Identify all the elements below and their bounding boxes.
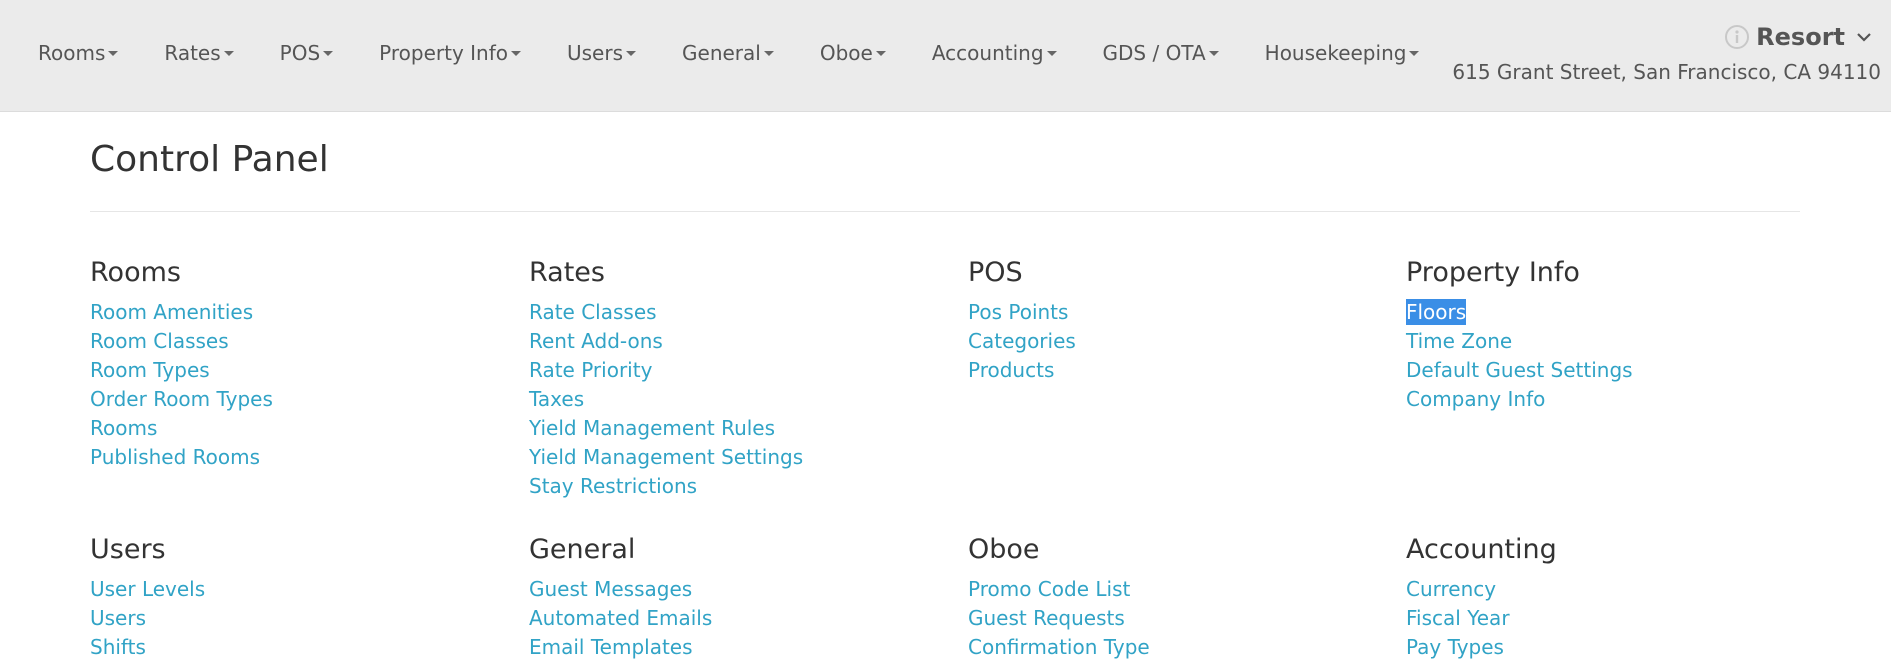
caret-down-icon (875, 50, 886, 56)
link-floors[interactable]: Floors (1406, 299, 1467, 325)
nav-label: Property Info (379, 41, 508, 65)
section-title: Rooms (90, 257, 181, 288)
section-title: Oboe (968, 534, 1040, 565)
caret-down-icon (1046, 50, 1057, 56)
link-currency[interactable]: Currency (1406, 576, 1496, 602)
property-address: 615 Grant Street, San Francisco, CA 9411… (1452, 60, 1881, 84)
section-title: Users (90, 534, 166, 565)
section-property-info: Property Info Floors Time Zone Default G… (1406, 256, 1826, 414)
nav-label: Housekeeping (1264, 41, 1407, 65)
link-email-templates[interactable]: Email Templates (529, 634, 693, 660)
caret-down-icon (1208, 50, 1219, 56)
nav-rates[interactable]: Rates (164, 41, 234, 65)
link-user-levels[interactable]: User Levels (90, 576, 205, 602)
link-room-amenities[interactable]: Room Amenities (90, 299, 253, 325)
link-guest-messages[interactable]: Guest Messages (529, 576, 692, 602)
link-guest-requests[interactable]: Guest Requests (968, 605, 1125, 631)
nav-general[interactable]: General (682, 41, 774, 65)
link-yield-management-settings[interactable]: Yield Management Settings (529, 444, 803, 470)
section-title: Property Info (1406, 257, 1580, 288)
section-title: General (529, 534, 636, 565)
link-rooms[interactable]: Rooms (90, 415, 157, 441)
link-company-info[interactable]: Company Info (1406, 386, 1545, 412)
section-users: Users User Levels Users Shifts (90, 533, 510, 662)
caret-down-icon (511, 50, 521, 56)
link-categories[interactable]: Categories (968, 328, 1076, 354)
nav-property-info[interactable]: Property Info (379, 41, 521, 65)
link-products[interactable]: Products (968, 357, 1054, 383)
divider (90, 211, 1800, 212)
info-circle-icon (1725, 25, 1750, 49)
nav-accounting[interactable]: Accounting (932, 41, 1057, 65)
nav-gds-ota[interactable]: GDS / OTA (1103, 41, 1219, 65)
section-title: Accounting (1406, 534, 1557, 565)
nav-label: Rates (164, 41, 221, 65)
link-automated-emails[interactable]: Automated Emails (529, 605, 712, 631)
caret-down-icon (323, 50, 334, 56)
page-title: Control Panel (90, 139, 329, 180)
link-stay-restrictions[interactable]: Stay Restrictions (529, 473, 697, 499)
link-room-types[interactable]: Room Types (90, 357, 210, 383)
link-promo-code-list[interactable]: Promo Code List (968, 576, 1130, 602)
resort-selector[interactable]: Resort (1724, 23, 1873, 51)
section-accounting: Accounting Currency Fiscal Year Pay Type… (1406, 533, 1826, 662)
link-shifts[interactable]: Shifts (90, 634, 146, 660)
link-pay-types[interactable]: Pay Types (1406, 634, 1504, 660)
nav-oboe[interactable]: Oboe (820, 41, 886, 65)
nav-housekeeping[interactable]: Housekeeping (1265, 41, 1420, 65)
nav-pos[interactable]: POS (280, 41, 334, 65)
link-yield-management-rules[interactable]: Yield Management Rules (529, 415, 775, 441)
caret-down-icon (223, 50, 234, 56)
caret-down-icon (1409, 50, 1420, 56)
link-confirmation-type[interactable]: Confirmation Type (968, 634, 1150, 660)
nav-label: Users (567, 41, 624, 65)
nav-label: Accounting (931, 41, 1044, 65)
section-rates: Rates Rate Classes Rent Add-ons Rate Pri… (529, 256, 949, 501)
link-rent-add-ons[interactable]: Rent Add-ons (529, 328, 663, 354)
link-rate-classes[interactable]: Rate Classes (529, 299, 657, 325)
link-default-guest-settings[interactable]: Default Guest Settings (1406, 357, 1633, 383)
link-time-zone[interactable]: Time Zone (1406, 328, 1512, 354)
nav-label: Oboe (819, 41, 873, 65)
link-pos-points[interactable]: Pos Points (968, 299, 1068, 325)
section-oboe: Oboe Promo Code List Guest Requests Conf… (968, 533, 1388, 662)
link-taxes[interactable]: Taxes (529, 386, 584, 412)
main-menu: Rooms Rates POS Property Info Users Gene… (38, 39, 1465, 67)
link-order-room-types[interactable]: Order Room Types (90, 386, 273, 412)
section-general: General Guest Messages Automated Emails … (529, 533, 949, 662)
nav-label: GDS / OTA (1102, 41, 1206, 65)
link-room-classes[interactable]: Room Classes (90, 328, 229, 354)
top-navigation-bar: Rooms Rates POS Property Info Users Gene… (0, 0, 1891, 112)
link-fiscal-year[interactable]: Fiscal Year (1406, 605, 1510, 631)
chevron-down-icon (1857, 33, 1871, 42)
section-title: POS (968, 257, 1023, 288)
nav-label: POS (279, 41, 321, 65)
resort-name: Resort (1756, 23, 1845, 51)
nav-rooms[interactable]: Rooms (38, 41, 119, 65)
section-title: Rates (529, 257, 605, 288)
nav-label: General (682, 41, 761, 65)
link-users[interactable]: Users (90, 605, 146, 631)
nav-users[interactable]: Users (567, 41, 637, 65)
section-rooms: Rooms Room Amenities Room Classes Room T… (90, 256, 510, 472)
section-pos: POS Pos Points Categories Products (968, 256, 1388, 385)
caret-down-icon (108, 50, 119, 56)
link-rate-priority[interactable]: Rate Priority (529, 357, 652, 383)
caret-down-icon (763, 50, 774, 56)
nav-label: Rooms (38, 41, 106, 65)
caret-down-icon (626, 50, 637, 56)
link-published-rooms[interactable]: Published Rooms (90, 444, 260, 470)
